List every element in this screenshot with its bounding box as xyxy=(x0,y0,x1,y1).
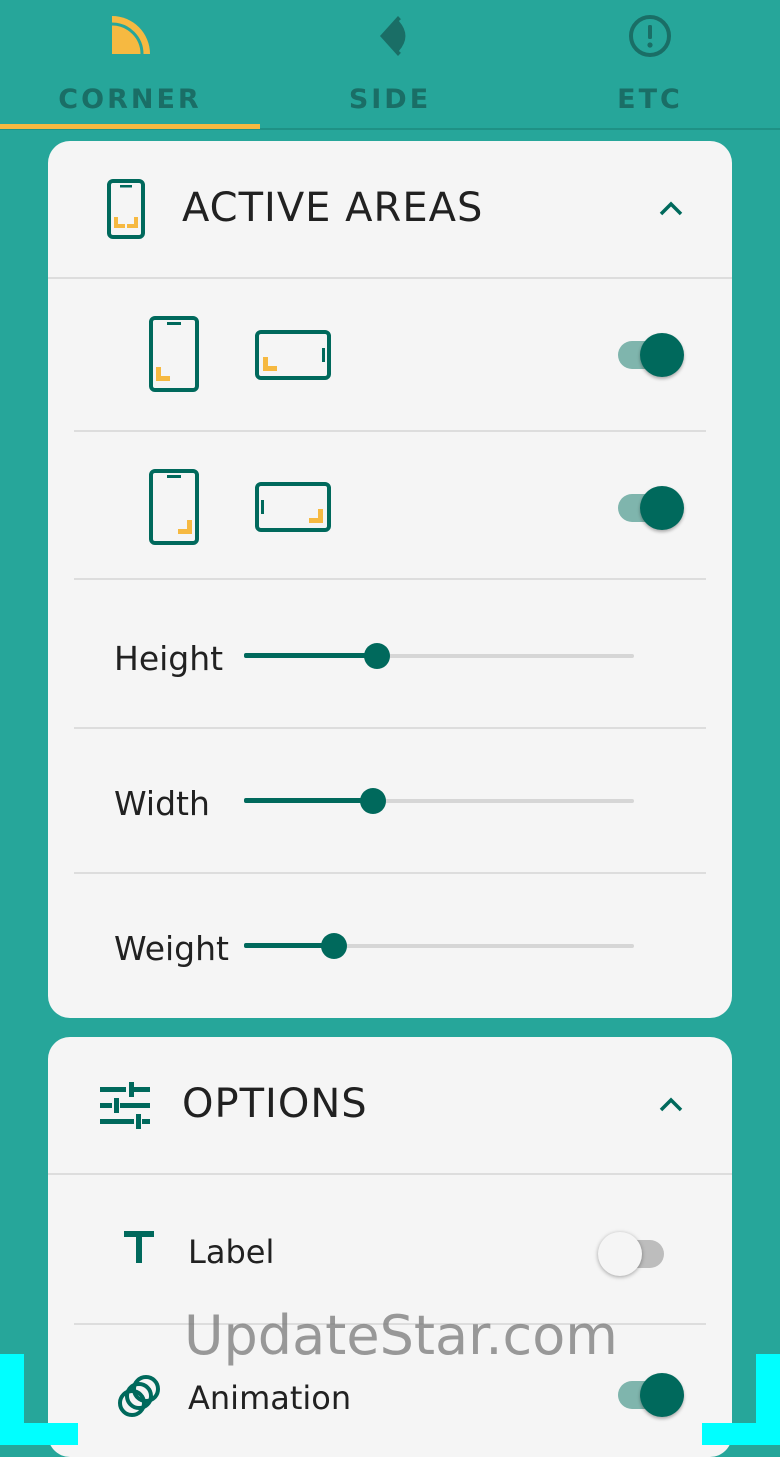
animation-toggle[interactable] xyxy=(614,1371,684,1417)
tab-indicator xyxy=(0,124,260,129)
height-slider[interactable] xyxy=(244,641,634,671)
active-areas-title: ACTIVE AREAS xyxy=(182,185,484,231)
phone-portrait-bottom-left-icon xyxy=(149,316,199,392)
alert-circle-icon xyxy=(629,15,671,57)
active-area-toggle-bottom-left[interactable] xyxy=(614,331,684,377)
width-slider-thumb[interactable] xyxy=(359,788,386,814)
weight-slider-thumb[interactable] xyxy=(320,933,347,959)
corner-mark-left-bottom xyxy=(0,1423,78,1445)
tab-bar: CORNER SIDE ETC xyxy=(0,0,780,130)
chevron-up-icon[interactable] xyxy=(658,199,684,217)
tab-label-corner: CORNER xyxy=(58,84,202,115)
height-label: Height xyxy=(114,639,224,678)
phone-portrait-bottom-right-icon xyxy=(149,469,199,545)
tab-side[interactable]: SIDE xyxy=(260,0,520,130)
tune-icon xyxy=(100,1082,150,1129)
tab-corner[interactable]: CORNER xyxy=(0,0,260,130)
option-animation-text: Animation xyxy=(188,1379,352,1417)
width-slider[interactable] xyxy=(244,786,634,816)
active-areas-header[interactable]: ACTIVE AREAS xyxy=(48,141,732,279)
rings-icon xyxy=(118,1375,160,1417)
tab-label-etc: ETC xyxy=(617,84,683,115)
quarter-circle-icon xyxy=(111,16,150,55)
active-area-row-bottom-right xyxy=(74,432,706,578)
half-lens-icon xyxy=(380,16,409,56)
text-icon xyxy=(124,1231,154,1263)
watermark-text: UpdateStar.com xyxy=(184,1304,618,1367)
chevron-up-icon[interactable] xyxy=(658,1095,684,1113)
tab-label-side: SIDE xyxy=(348,84,432,115)
options-header[interactable]: OPTIONS xyxy=(48,1037,732,1175)
phone-landscape-bottom-left-icon xyxy=(255,330,331,380)
label-toggle[interactable] xyxy=(598,1230,668,1276)
corner-mark-right-bottom xyxy=(702,1423,780,1445)
phone-landscape-bottom-right-icon xyxy=(255,482,331,532)
height-slider-thumb[interactable] xyxy=(363,643,390,669)
active-area-row-bottom-left xyxy=(74,281,706,431)
width-label: Width xyxy=(114,784,210,823)
option-row-label[interactable]: Label xyxy=(74,1177,706,1323)
options-title: OPTIONS xyxy=(182,1081,368,1127)
option-label-text: Label xyxy=(188,1233,275,1271)
options-card: OPTIONS Label Animation xyxy=(48,1037,732,1457)
weight-slider[interactable] xyxy=(244,931,634,961)
active-areas-card: ACTIVE AREAS Height Width Weight xyxy=(48,141,732,1018)
active-area-toggle-bottom-right[interactable] xyxy=(614,484,684,530)
tab-etc[interactable]: ETC xyxy=(520,0,780,130)
weight-label: Weight xyxy=(114,929,229,968)
phone-corners-icon xyxy=(107,179,145,239)
